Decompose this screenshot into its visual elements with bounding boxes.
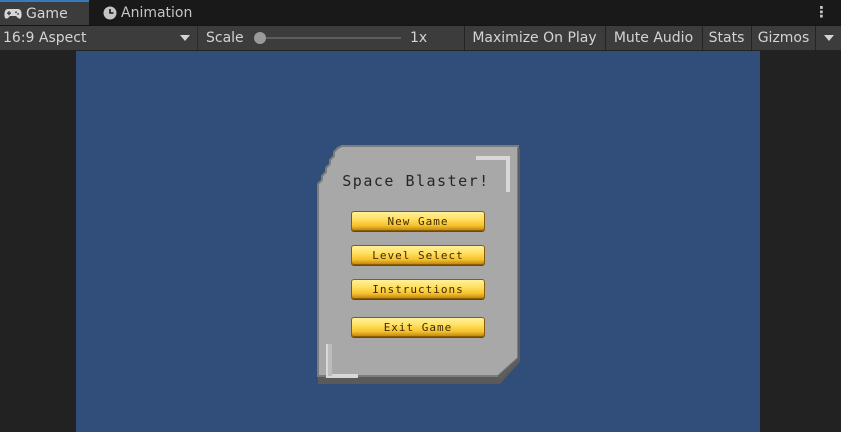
tab-animation-label: Animation	[121, 4, 193, 21]
scale-slider-handle[interactable]	[254, 32, 266, 44]
gizmos-dropdown[interactable]	[815, 26, 841, 50]
main-menu-panel: Space Blaster! New Game Level Select Ins…	[316, 144, 520, 390]
clock-icon	[103, 6, 117, 20]
chevron-down-icon	[823, 35, 834, 41]
game-window: Game Animation ⋮ 16:9 Aspect Scale 1x Ma…	[0, 0, 841, 432]
scale-value: 1x	[410, 30, 428, 46]
level-select-button[interactable]: Level Select	[351, 245, 485, 265]
gamepad-icon	[4, 8, 22, 20]
stats-toggle[interactable]: Stats	[702, 26, 750, 50]
exit-game-button[interactable]: Exit Game	[351, 317, 485, 337]
tab-bar: Game Animation ⋮	[0, 0, 841, 26]
tab-game-label: Game	[26, 5, 68, 22]
instructions-button[interactable]: Instructions	[351, 279, 485, 299]
gizmos-toggle[interactable]: Gizmos	[751, 26, 815, 50]
more-options-icon[interactable]: ⋮	[814, 2, 829, 22]
aspect-dropdown[interactable]: 16:9 Aspect	[0, 26, 198, 50]
maximize-on-play-toggle[interactable]: Maximize On Play	[464, 26, 604, 50]
chevron-down-icon	[180, 35, 190, 41]
mute-audio-toggle[interactable]: Mute Audio	[605, 26, 701, 50]
aspect-label: 16:9 Aspect	[3, 30, 87, 46]
scale-label: Scale	[206, 30, 244, 46]
game-toolbar: 16:9 Aspect Scale 1x Maximize On Play Mu…	[0, 26, 841, 51]
tab-animation[interactable]: Animation	[99, 0, 209, 25]
tab-game[interactable]: Game	[0, 0, 89, 25]
scale-slider-track[interactable]	[259, 37, 401, 39]
new-game-button[interactable]: New Game	[351, 211, 485, 231]
game-title: Space Blaster!	[342, 172, 490, 190]
